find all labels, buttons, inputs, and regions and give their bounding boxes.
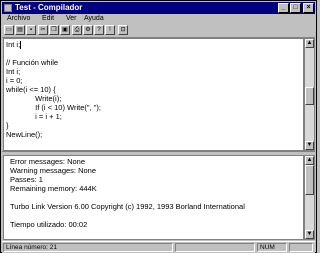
print-icon[interactable]: ⎙ [72,25,82,35]
menu-edit[interactable]: Edit [42,14,54,24]
window-title: Test - Compilador [15,3,83,12]
scroll-down-arrow-icon[interactable]: ▼ [305,230,314,239]
toolbar: ▭ ▤ ▪ ✂ ❐ ▣ ⎙ ⚙?! ⊡ [2,24,315,38]
code-line[interactable]: If (i < 10) Write(", "); [6,103,101,112]
stop-icon[interactable]: ! [105,25,115,35]
menu-bar: Archivo Edit Ver Ayuda [2,14,315,24]
menu-ayuda[interactable]: Ayuda [84,14,104,24]
output-scrollbar[interactable]: ▲ ▼ [304,155,315,240]
scroll-up-arrow-icon[interactable]: ▲ [305,39,314,48]
application-window: Test - Compilador _ □ × Archivo Edit Ver… [0,0,317,253]
open-file-icon[interactable]: ▤ [15,25,25,35]
text-caret [20,41,22,50]
output-line: Turbo Link Version 6.00 Copyright (c) 19… [10,202,245,211]
output-line: Tiempo utilizado: 00:02 [10,220,88,229]
code-line[interactable]: // Función while [6,58,101,67]
code-line[interactable]: i = i + 1; [6,112,101,121]
scroll-thumb[interactable] [305,87,314,105]
code-line[interactable]: NewLine(); [6,130,101,139]
output-line: Error messages: None [10,157,86,166]
status-num: NUM [257,243,287,252]
menu-archivo[interactable]: Archivo [7,14,30,24]
code-line[interactable]: i = 0; [6,76,101,85]
paste-icon[interactable]: ▣ [60,25,70,35]
close-button[interactable]: × [303,3,314,13]
maximize-button[interactable]: □ [290,3,301,13]
status-line-number: Línea número: 21 [3,243,173,252]
editor-scrollbar[interactable]: ▲ ▼ [304,38,315,151]
minimize-button[interactable]: _ [278,3,289,13]
copy-icon[interactable]: ❐ [49,25,59,35]
code-text[interactable]: Int i;// Función while Int i; i = 0; while(… [6,40,101,139]
help-icon[interactable]: ? [94,25,104,35]
cut-icon[interactable]: ✂ [38,25,48,35]
title-bar[interactable]: Test - Compilador _ □ × [2,2,315,14]
compiler-output: Error messages: None Warning messages: No… [3,155,304,240]
app-icon[interactable] [4,4,12,12]
code-line[interactable]: Int i; [6,40,101,50]
code-line[interactable] [6,49,101,58]
exit-icon[interactable]: ⊡ [118,25,128,35]
output-line: Remaining memory: 444K [10,184,97,193]
scroll-up-arrow-icon[interactable]: ▲ [305,156,314,165]
code-line[interactable]: Write(i); [6,94,101,103]
scroll-thumb[interactable] [305,165,314,195]
run-icon[interactable]: ⚙ [83,25,93,35]
status-bar: Línea número: 21 NUM [2,241,315,253]
code-line[interactable]: } [6,121,101,130]
save-file-icon[interactable]: ▪ [26,25,36,35]
code-editor[interactable]: Int i;// Función while Int i; i = 0; while(… [3,38,304,151]
code-line[interactable]: while(i <= 10) { [6,85,101,94]
status-panel-empty [175,243,255,252]
menu-ver[interactable]: Ver [66,14,77,24]
new-file-icon[interactable]: ▭ [4,25,14,35]
code-line[interactable]: Int i; [6,67,101,76]
scroll-down-arrow-icon[interactable]: ▼ [305,141,314,150]
output-line: Passes: 1 [10,175,43,184]
status-caps [289,243,313,252]
output-line: Warning messages: None [10,166,97,175]
